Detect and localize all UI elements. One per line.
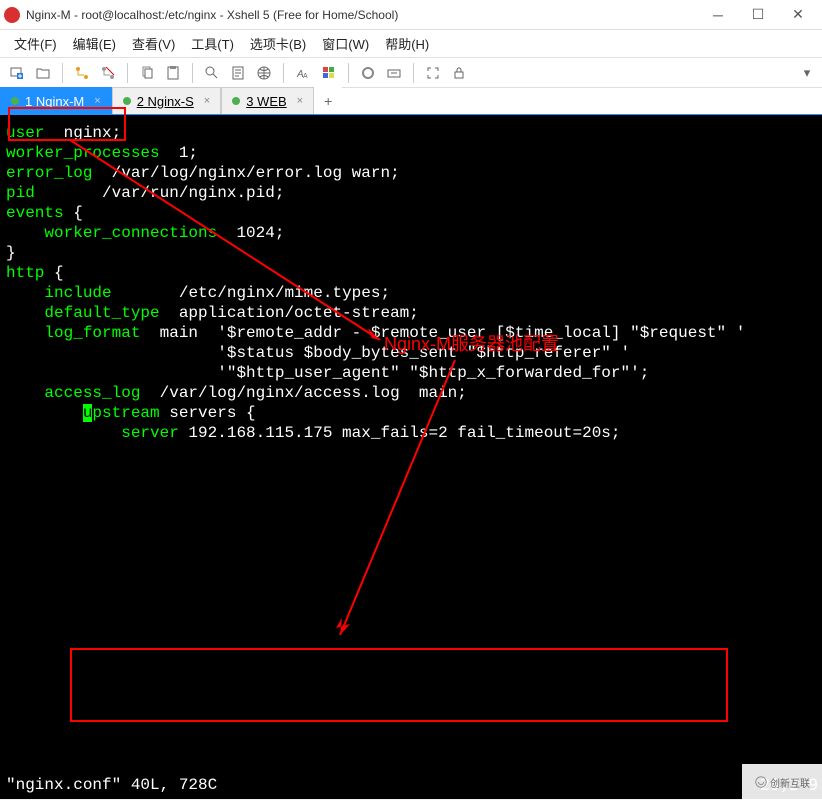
status-left: "nginx.conf" 40L, 728C: [6, 775, 217, 795]
maximize-button[interactable]: ☐: [738, 3, 778, 27]
fullscreen-icon[interactable]: [422, 62, 444, 84]
tab-web[interactable]: 3 WEB ×: [221, 87, 314, 114]
transfer-icon[interactable]: [383, 62, 405, 84]
tab-nginx-m[interactable]: 1 Nginx-M ×: [0, 87, 112, 114]
minimize-button[interactable]: ─: [698, 3, 738, 27]
menubar: 文件(F) 编辑(E) 查看(V) 工具(T) 选项卡(B) 窗口(W) 帮助(…: [0, 30, 822, 58]
tabbar: 1 Nginx-M × 2 Nginx-S × 3 WEB × +: [0, 88, 822, 115]
watermark: 创新互联: [742, 764, 822, 800]
toolbar: AA ▾: [0, 58, 822, 88]
window-title: Nginx-M - root@localhost:/etc/nginx - Xs…: [26, 8, 698, 22]
annotation-label: Nginx-M服务器池配置: [384, 330, 559, 356]
close-icon[interactable]: ×: [204, 95, 210, 107]
tab-label: 1 Nginx-M: [25, 94, 84, 109]
lock-icon[interactable]: [448, 62, 470, 84]
menu-file[interactable]: 文件(F): [8, 31, 63, 56]
script-icon[interactable]: [357, 62, 379, 84]
menu-window[interactable]: 窗口(W): [316, 31, 375, 56]
status-dot-icon: [123, 97, 131, 105]
tab-nginx-s[interactable]: 2 Nginx-S ×: [112, 87, 222, 114]
titlebar: Nginx-M - root@localhost:/etc/nginx - Xs…: [0, 0, 822, 30]
color-icon[interactable]: [318, 62, 340, 84]
tab-label: 3 WEB: [246, 94, 286, 109]
close-button[interactable]: ✕: [778, 3, 818, 27]
font-icon[interactable]: AA: [292, 62, 314, 84]
status-dot-icon: [232, 97, 240, 105]
new-session-icon[interactable]: [6, 62, 28, 84]
open-icon[interactable]: [32, 62, 54, 84]
app-icon: [4, 7, 20, 23]
menu-edit[interactable]: 编辑(E): [67, 31, 122, 56]
disconnect-icon[interactable]: [97, 62, 119, 84]
toolbar-overflow[interactable]: ▾: [798, 65, 816, 81]
copy-icon[interactable]: [136, 62, 158, 84]
svg-text:A: A: [303, 73, 308, 80]
menu-tools[interactable]: 工具(T): [185, 31, 240, 56]
tab-label: 2 Nginx-S: [137, 94, 194, 109]
menu-view[interactable]: 查看(V): [126, 31, 181, 56]
globe-icon[interactable]: [253, 62, 275, 84]
menu-help[interactable]: 帮助(H): [379, 31, 435, 56]
terminal[interactable]: user nginx; worker_processes 1; error_lo…: [0, 115, 822, 799]
find-icon[interactable]: [201, 62, 223, 84]
status-dot-icon: [11, 97, 19, 105]
paste-icon[interactable]: [162, 62, 184, 84]
menu-tabs[interactable]: 选项卡(B): [244, 31, 312, 56]
reconnect-icon[interactable]: [71, 62, 93, 84]
properties-icon[interactable]: [227, 62, 249, 84]
close-icon[interactable]: ×: [297, 95, 303, 107]
close-icon[interactable]: ×: [94, 95, 100, 107]
add-tab-button[interactable]: +: [314, 87, 342, 114]
